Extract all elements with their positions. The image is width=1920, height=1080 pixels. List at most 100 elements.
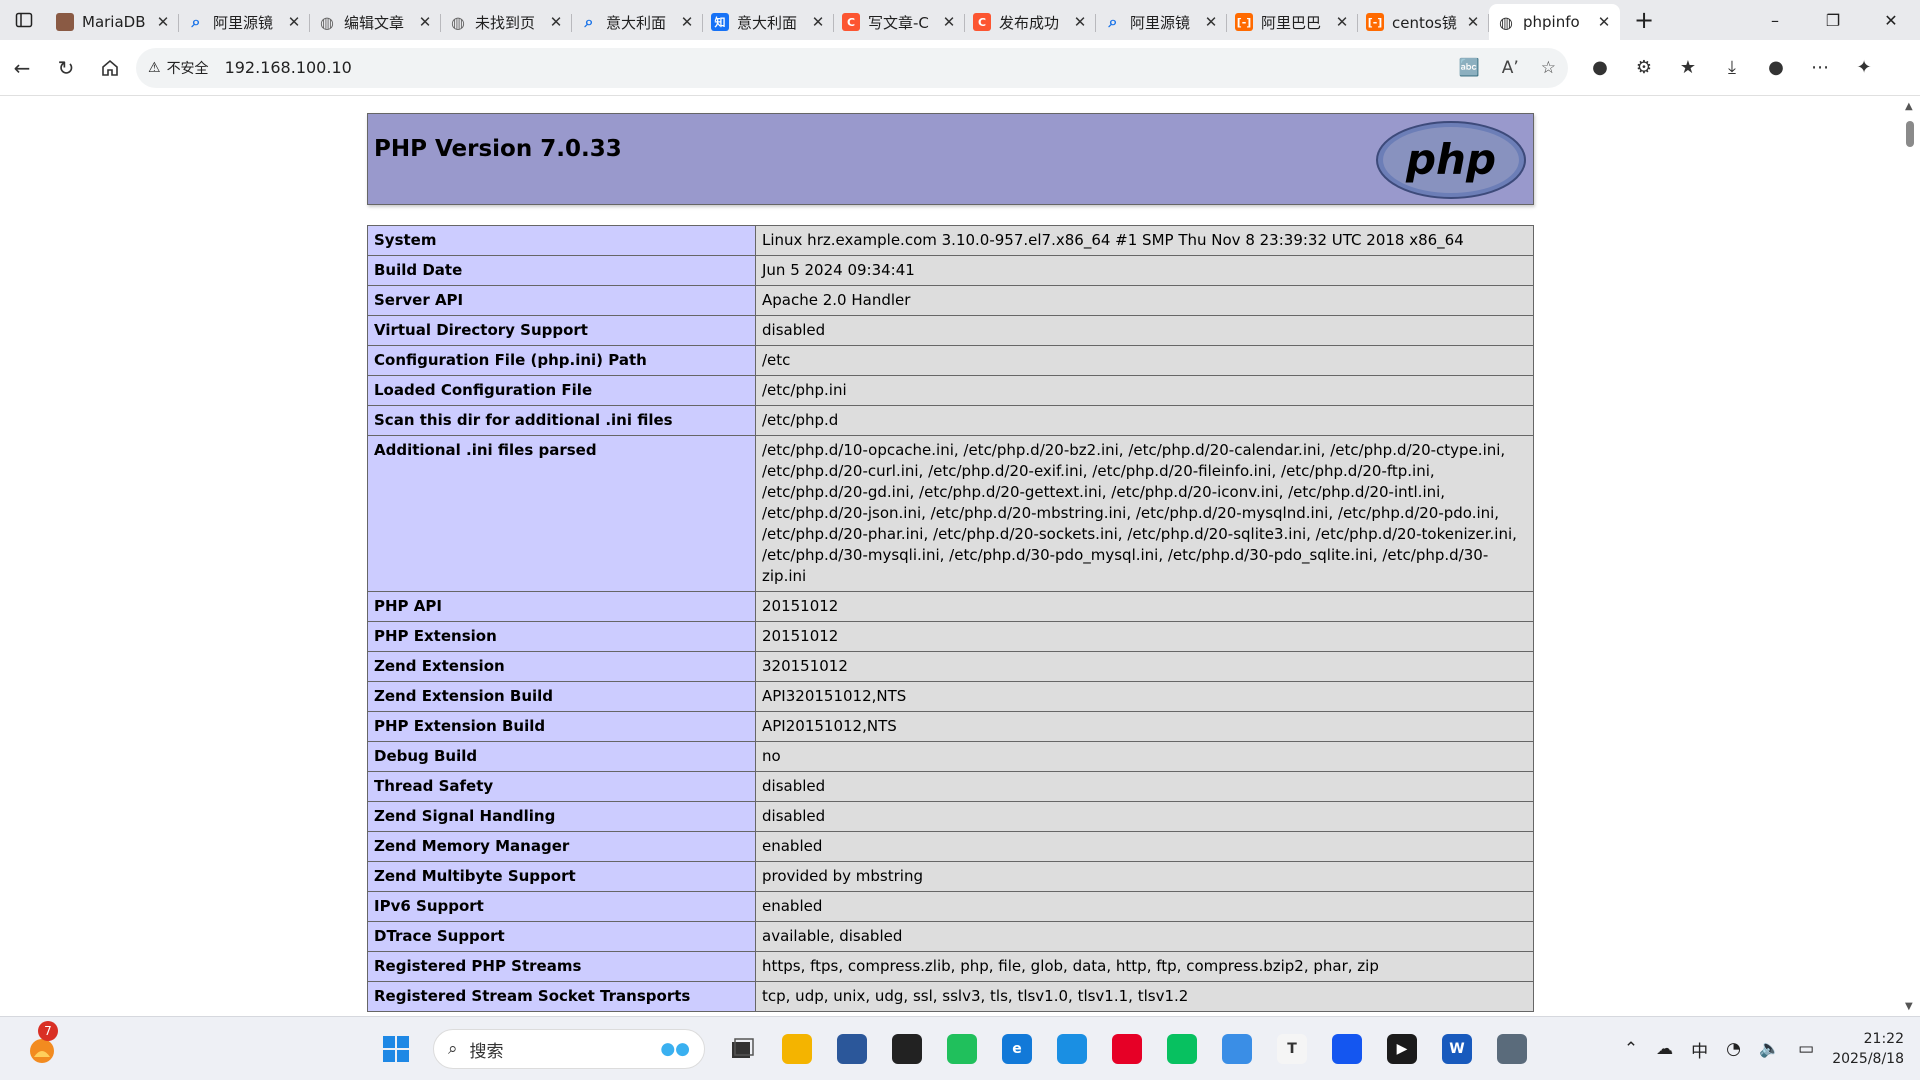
wifi-icon[interactable]: ◔ <box>1726 1039 1741 1059</box>
edge-icon: e <box>1002 1034 1032 1064</box>
minimize-button[interactable]: – <box>1746 0 1804 40</box>
taskbar-app[interactable] <box>773 1025 821 1073</box>
browser-tab[interactable]: ⌕ 意大利面 ✕ <box>572 6 703 38</box>
tab-title: 发布成功 <box>999 13 1060 32</box>
taskbar-app[interactable]: W <box>1433 1025 1481 1073</box>
read-aloud-icon[interactable]: A’ <box>1502 58 1519 78</box>
tab-title: 阿里源镜 <box>1130 13 1191 32</box>
show-hidden-icons-chevron-icon[interactable]: ⌃ <box>1624 1039 1638 1059</box>
browser-tab[interactable]: ⌕ 阿里源镜 ✕ <box>1096 6 1227 38</box>
wechat-icon <box>1167 1034 1197 1064</box>
table-row: Configuration File (php.ini) Path/etc <box>367 345 1534 376</box>
taskbar-app[interactable]: e <box>993 1025 1041 1073</box>
battery-icon[interactable]: ▭ <box>1798 1039 1814 1059</box>
favorite-star-icon[interactable]: ☆ <box>1541 58 1556 78</box>
taskbar-app[interactable] <box>938 1025 986 1073</box>
extensions-icon[interactable]: ⚙ <box>1624 50 1664 86</box>
search-icon: ⌕ <box>448 1039 458 1059</box>
browser-tab[interactable]: C 写文章-C ✕ <box>834 6 965 38</box>
close-tab-icon[interactable]: ✕ <box>155 13 171 31</box>
restore-button[interactable]: ❐ <box>1804 0 1862 40</box>
more-menu-icon[interactable]: ⋯ <box>1800 50 1840 86</box>
new-tab-button[interactable]: + <box>1626 2 1662 38</box>
taskbar-apps: ⌕ 搜索 ●● e T ▶ W <box>372 1025 1536 1073</box>
back-button[interactable]: ← <box>0 50 44 86</box>
scroll-down-icon[interactable]: ▼ <box>1905 1001 1913 1012</box>
clock[interactable]: 21:22 2025/8/18 <box>1832 1029 1904 1069</box>
translate-icon[interactable]: 🔤 <box>1459 58 1480 78</box>
taskbar-app[interactable] <box>1213 1025 1261 1073</box>
taskbar-app[interactable] <box>883 1025 931 1073</box>
close-tab-icon[interactable]: ✕ <box>1203 13 1219 31</box>
close-tab-icon[interactable]: ✕ <box>286 13 302 31</box>
table-row: Zend Extension 320151012 <box>367 651 1534 682</box>
directive-name: DTrace Support <box>367 921 756 952</box>
directive-value: tcp, udp, unix, udg, ssl, sslv3, tls, tl… <box>755 981 1534 1012</box>
task-view-button[interactable] <box>718 1025 766 1073</box>
directive-value: /etc/php.ini <box>755 375 1534 406</box>
taskbar-app[interactable]: T <box>1268 1025 1316 1073</box>
tab-title: 意大利面 <box>606 13 667 32</box>
url-text[interactable]: 192.168.100.10 <box>225 58 352 77</box>
home-button[interactable] <box>88 50 132 86</box>
browser-tab[interactable]: ◍ 未找到页 ✕ <box>441 6 572 38</box>
favorites-icon[interactable]: ★ <box>1668 50 1708 86</box>
taskbar-app[interactable] <box>1048 1025 1096 1073</box>
php-logo[interactable]: php <box>1375 120 1527 200</box>
word-icon: W <box>1442 1034 1472 1064</box>
directive-name: Debug Build <box>367 741 756 772</box>
close-tab-icon[interactable]: ✕ <box>1596 13 1612 31</box>
close-tab-icon[interactable]: ✕ <box>1334 13 1350 31</box>
browser-tab[interactable]: 知意大利面 ✕ <box>703 6 834 38</box>
directive-value: enabled <box>755 831 1534 862</box>
address-bar[interactable]: ⚠ 不安全 192.168.100.10 🔤 A’ ☆ <box>136 47 1568 88</box>
directive-name: Zend Extension <box>367 651 756 682</box>
extension-circle-icon[interactable]: ● <box>1580 50 1620 86</box>
close-tab-icon[interactable]: ✕ <box>548 13 564 31</box>
taskbar-app[interactable] <box>828 1025 876 1073</box>
table-row: Virtual Directory Support disabled <box>367 315 1534 346</box>
profile-avatar[interactable]: ● <box>1756 50 1796 86</box>
start-button[interactable] <box>372 1025 420 1073</box>
copilot-icon[interactable]: ✦ <box>1844 50 1884 86</box>
taskbar-app[interactable] <box>1488 1025 1536 1073</box>
site-info-button[interactable]: ⚠ 不安全 <box>148 58 209 78</box>
close-tab-icon[interactable]: ✕ <box>1465 13 1481 31</box>
onedrive-icon[interactable]: ☁ <box>1656 1039 1673 1059</box>
workspaces-button[interactable] <box>0 0 48 40</box>
browser-tab[interactable]: [-] 阿里巴巴 ✕ <box>1227 6 1358 38</box>
browser-tab[interactable]: ◍ phpinfo ✕ <box>1489 4 1620 40</box>
browser-tab[interactable]: ⌕ 阿里源镜 ✕ <box>179 6 310 38</box>
taskbar-app[interactable] <box>1323 1025 1371 1073</box>
table-row: System Linux hrz.example.com 3.10.0-957.e… <box>367 225 1534 256</box>
page-scrollbar[interactable]: ▲ ▼ <box>1900 97 1920 1016</box>
scroll-thumb[interactable] <box>1906 121 1914 147</box>
close-window-button[interactable]: ✕ <box>1862 0 1920 40</box>
control-panel-icon <box>1497 1034 1527 1064</box>
browser-tab[interactable]: C 发布成功 ✕ <box>965 6 1096 38</box>
directive-value: Apache 2.0 Handler <box>755 285 1534 316</box>
directive-value: disabled <box>755 771 1534 802</box>
ime-indicator[interactable]: 中 <box>1691 1037 1708 1062</box>
tab-strip: MariaDB ✕ ⌕ 阿里源镜 ✕ ◍ 编辑文章 ✕ ◍ 未找到页 ✕ ⌕ 意大利面 ✕ 知意大利面 ✕ C 写… <box>0 0 1920 40</box>
taskbar-app[interactable] <box>1103 1025 1151 1073</box>
directive-name: Build Date <box>367 255 756 286</box>
typora-icon: T <box>1277 1034 1307 1064</box>
browser-tab[interactable]: MariaDB ✕ <box>48 6 179 38</box>
downloads-icon[interactable]: ⤓ <box>1712 50 1752 86</box>
scroll-up-icon[interactable]: ▲ <box>1905 101 1913 112</box>
close-tab-icon[interactable]: ✕ <box>417 13 433 31</box>
tab-title: 写文章-C <box>868 13 929 32</box>
directive-value: /etc <box>755 345 1534 376</box>
browser-tab[interactable]: ◍ 编辑文章 ✕ <box>310 6 441 38</box>
taskbar-app[interactable] <box>1158 1025 1206 1073</box>
close-tab-icon[interactable]: ✕ <box>679 13 695 31</box>
taskbar-app[interactable]: ▶ <box>1378 1025 1426 1073</box>
close-tab-icon[interactable]: ✕ <box>941 13 957 31</box>
taskbar-search[interactable]: ⌕ 搜索 ●● <box>433 1029 705 1069</box>
close-tab-icon[interactable]: ✕ <box>810 13 826 31</box>
close-tab-icon[interactable]: ✕ <box>1072 13 1088 31</box>
refresh-button[interactable]: ↻ <box>44 50 88 86</box>
browser-tab[interactable]: [-] centos镜 ✕ <box>1358 6 1489 38</box>
volume-icon[interactable]: 🔈 <box>1759 1039 1780 1059</box>
